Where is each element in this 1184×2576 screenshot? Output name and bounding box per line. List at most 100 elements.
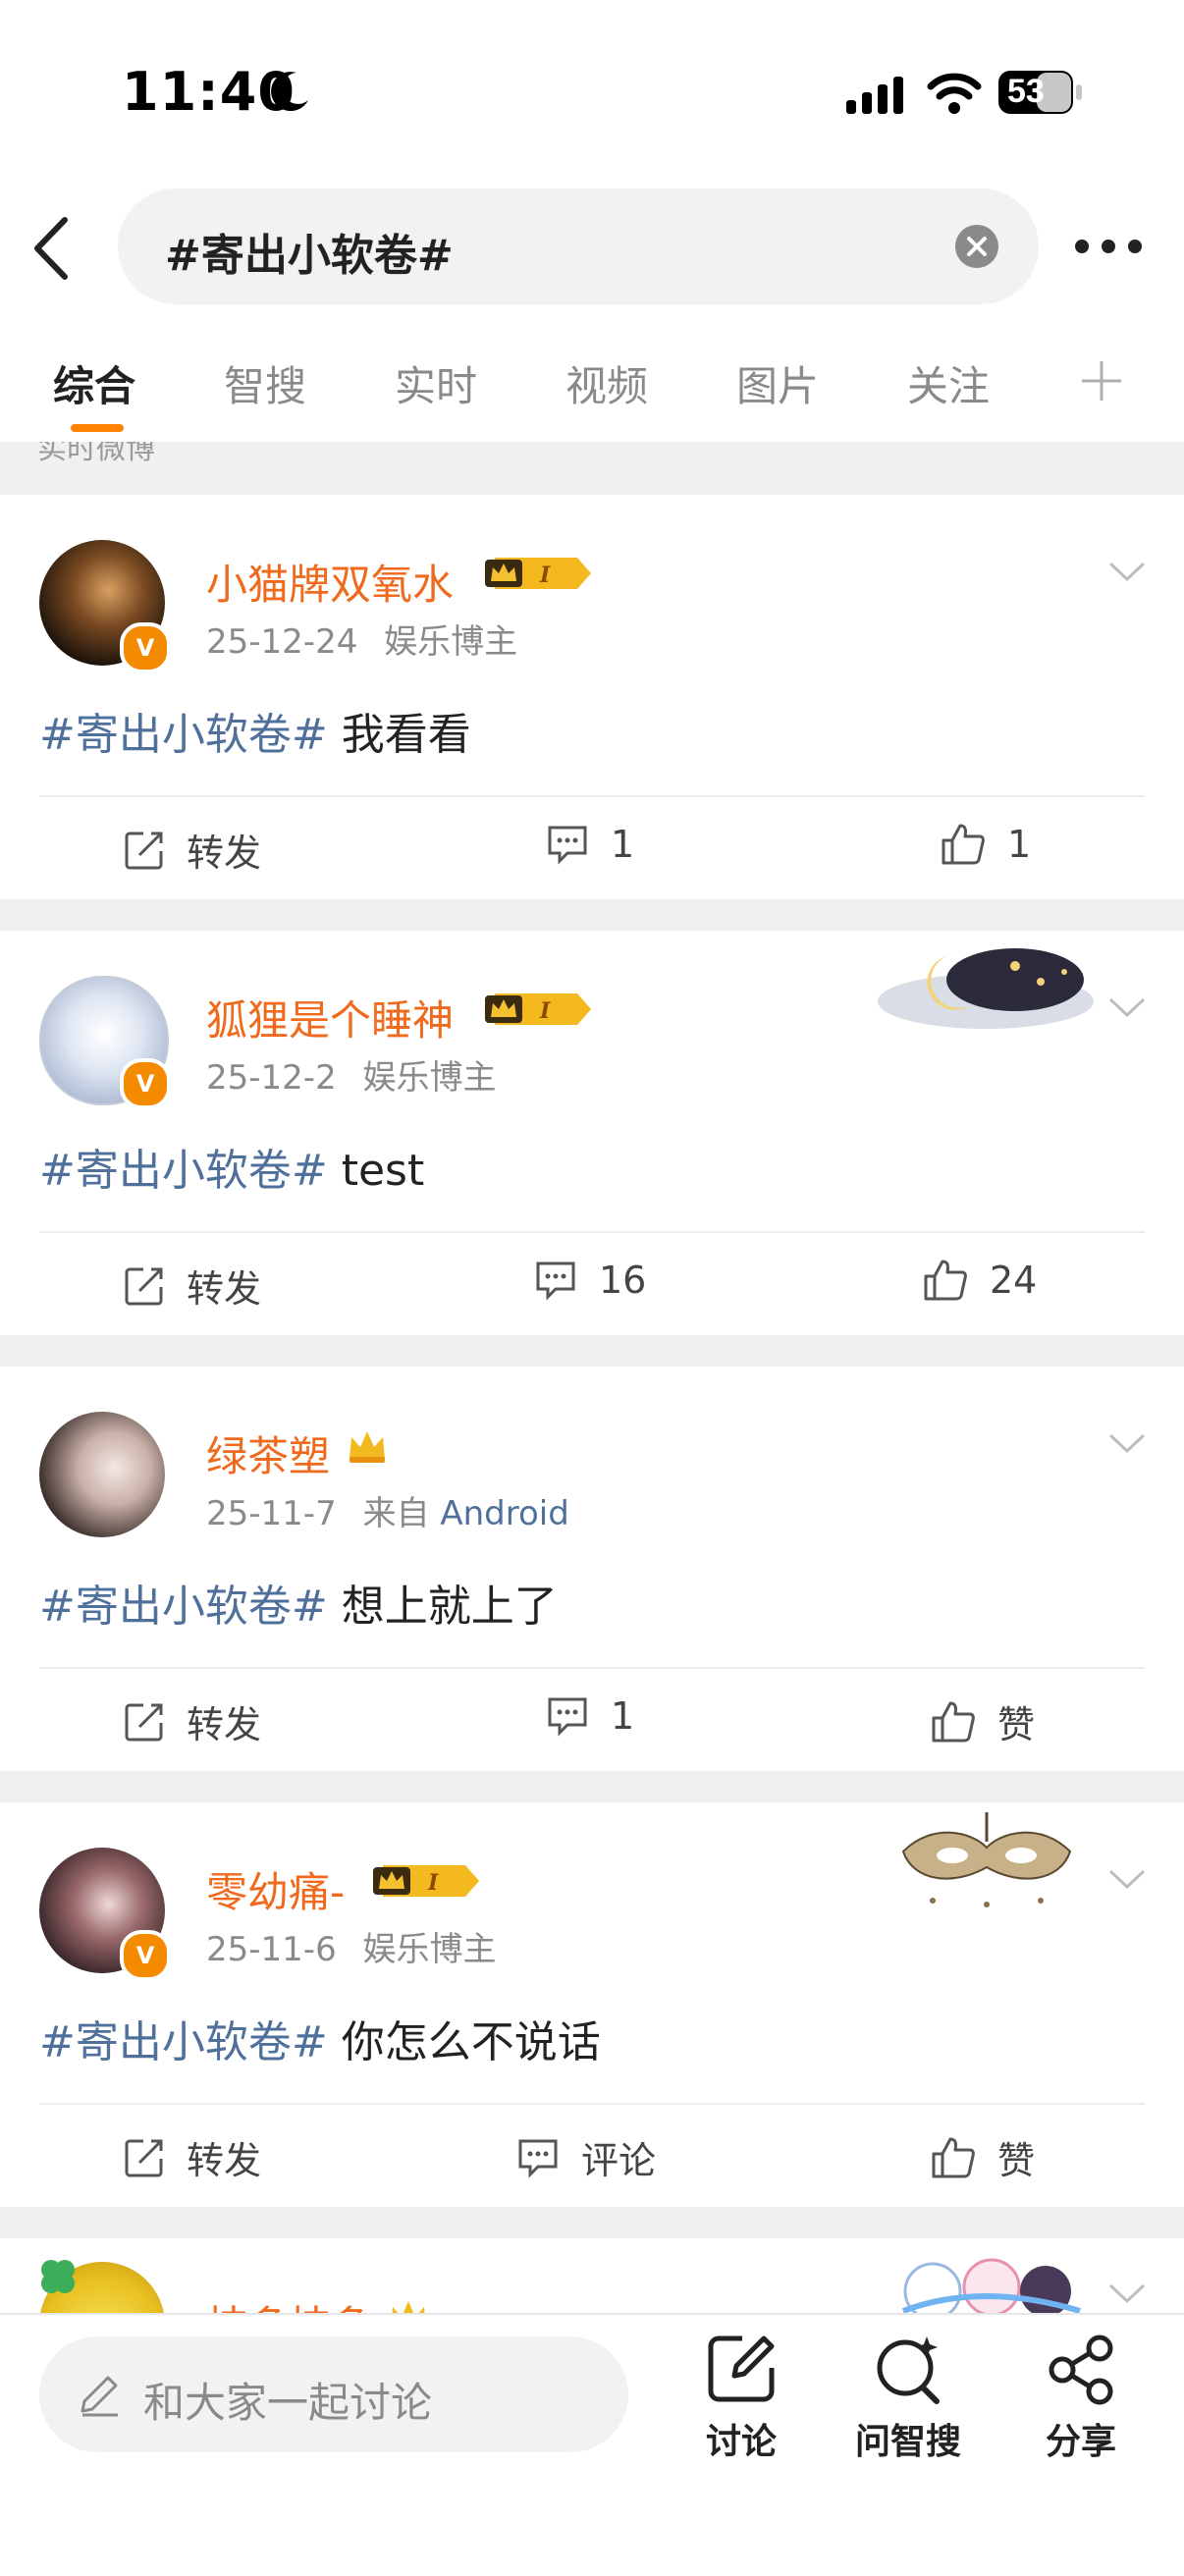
post-card[interactable]: V 小猫牌双氧水 I 25-12-24 娱乐博主 #寄出小软卷# 我看看 转发 … bbox=[0, 495, 1184, 899]
cartoon-characters-decoration-icon bbox=[901, 2258, 1081, 2313]
post-text: test bbox=[327, 1146, 425, 1196]
post-card[interactable]: 绿茶塑 25-11-7 来自 Android #寄出小软卷# 想上就上了 转发 … bbox=[0, 1367, 1184, 1771]
comment-icon bbox=[548, 826, 587, 865]
post-source[interactable]: Android bbox=[440, 1494, 568, 1533]
post-separator bbox=[0, 1771, 1184, 1802]
hashtag-link[interactable]: #寄出小软卷# bbox=[39, 1146, 328, 1196]
clear-icon[interactable] bbox=[954, 224, 999, 269]
tab-images[interactable]: 图片 bbox=[736, 353, 819, 413]
more-options-icon[interactable] bbox=[1074, 232, 1143, 261]
post-text: 我看看 bbox=[327, 710, 471, 760]
repost-button[interactable]: 转发 bbox=[124, 823, 261, 877]
active-tab-indicator bbox=[71, 424, 124, 432]
repost-button[interactable]: 转发 bbox=[124, 1694, 261, 1748]
clover-icon bbox=[41, 2260, 75, 2293]
post-source: 娱乐博主 bbox=[362, 1058, 497, 1098]
like-button[interactable]: 1 bbox=[941, 823, 1031, 866]
comment-icon bbox=[536, 1261, 575, 1301]
tab-comprehensive[interactable]: 综合 bbox=[53, 353, 135, 413]
membership-level-icon: I bbox=[485, 558, 591, 589]
back-arrow-icon[interactable] bbox=[27, 214, 77, 283]
hashtag-link[interactable]: #寄出小软卷# bbox=[39, 1582, 328, 1632]
chevron-down-icon[interactable] bbox=[1107, 1431, 1147, 1455]
post-card[interactable]: V 狐狸是个睡神 I 25-12-2 娱乐博主 #寄出小软卷# test 转发 … bbox=[0, 931, 1184, 1335]
divider bbox=[39, 2103, 1145, 2105]
post-content: #寄出小软卷# 我看看 bbox=[39, 699, 471, 762]
post-content: #寄出小软卷# 你怎么不说话 bbox=[39, 2007, 601, 2069]
verified-badge-icon: V bbox=[120, 1930, 171, 1981]
chevron-down-icon[interactable] bbox=[1107, 995, 1147, 1019]
avatar[interactable] bbox=[39, 1412, 165, 1537]
username[interactable]: 桔多桔多 bbox=[206, 2293, 371, 2313]
post-separator bbox=[0, 899, 1184, 931]
username[interactable]: 零幼痛- bbox=[206, 1859, 345, 1919]
like-button[interactable]: 赞 bbox=[931, 2130, 1035, 2184]
membership-level-icon: I bbox=[373, 1865, 479, 1897]
post-content: #寄出小软卷# test bbox=[39, 1135, 424, 1198]
section-label: 实时微博 bbox=[37, 442, 155, 465]
section-label-clip: 实时微博 bbox=[0, 442, 1184, 465]
like-button[interactable]: 赞 bbox=[931, 1694, 1035, 1748]
search-query: #寄出小软卷# bbox=[165, 231, 454, 281]
username[interactable]: 绿茶塑 bbox=[206, 1423, 330, 1483]
battery-level: 53 bbox=[1007, 73, 1045, 110]
like-count: 1 bbox=[1007, 823, 1032, 866]
hashtag-link[interactable]: #寄出小软卷# bbox=[39, 710, 328, 760]
share-icon bbox=[1049, 2334, 1113, 2405]
chevron-down-icon[interactable] bbox=[1107, 1867, 1147, 1891]
discussion-input[interactable]: 和大家一起讨论 bbox=[39, 2336, 628, 2452]
post-source: 娱乐博主 bbox=[362, 1930, 497, 1969]
tab-video[interactable]: 视频 bbox=[565, 353, 648, 413]
share-button[interactable]: 分享 bbox=[1017, 2333, 1145, 2490]
comment-button[interactable]: 16 bbox=[534, 1259, 646, 1302]
post-date: 25-11-6 bbox=[206, 1930, 337, 1969]
like-button[interactable]: 24 bbox=[923, 1259, 1037, 1302]
ask-label: 问智搜 bbox=[854, 2422, 961, 2462]
post-meta: 25-11-7 来自 Android bbox=[206, 1486, 569, 1534]
tab-smart-search[interactable]: 智搜 bbox=[224, 353, 306, 413]
repost-button[interactable]: 转发 bbox=[124, 1259, 261, 1313]
chevron-down-icon[interactable] bbox=[1107, 560, 1147, 583]
comment-count: 16 bbox=[599, 1259, 647, 1302]
discuss-label: 讨论 bbox=[705, 2422, 777, 2462]
like-label: 赞 bbox=[997, 2139, 1036, 2182]
bottom-action-bar: 和大家一起讨论 讨论 问智搜 分享 bbox=[0, 2313, 1184, 2576]
search-input[interactable]: #寄出小软卷# bbox=[118, 188, 1039, 304]
crown-badge-icon bbox=[392, 2301, 425, 2313]
verified-badge-icon: V bbox=[120, 1058, 171, 1109]
tab-following[interactable]: 关注 bbox=[907, 353, 990, 413]
comment-button[interactable]: 1 bbox=[546, 1694, 634, 1738]
tab-realtime[interactable]: 实时 bbox=[395, 353, 477, 413]
repost-icon bbox=[125, 832, 163, 869]
post-card[interactable]: V 零幼痛- I 25-11-6 娱乐博主 #寄出小软卷# 你怎么不说话 转发 … bbox=[0, 1802, 1184, 2207]
moon-cloud-decoration-icon bbox=[878, 948, 1094, 1029]
tab-bar: 综合 智搜 实时 视频 图片 关注 bbox=[0, 334, 1184, 442]
masquerade-mask-decoration-icon bbox=[901, 1812, 1072, 1907]
repost-label: 转发 bbox=[187, 2139, 262, 2182]
post-card[interactable]: 桔多桔多 bbox=[0, 2238, 1184, 2313]
post-text: 想上就上了 bbox=[327, 1582, 558, 1632]
svg-text:I: I bbox=[539, 998, 551, 1024]
comment-button[interactable]: 1 bbox=[546, 823, 634, 866]
username[interactable]: 小猫牌双氧水 bbox=[206, 552, 454, 612]
add-tab-icon[interactable] bbox=[1080, 359, 1123, 402]
post-separator bbox=[0, 2207, 1184, 2238]
comment-button[interactable]: 评论 bbox=[516, 2130, 656, 2184]
membership-level-icon: I bbox=[485, 993, 591, 1025]
post-meta: 25-11-6 娱乐博主 bbox=[206, 1922, 497, 1970]
svg-text:I: I bbox=[427, 1870, 439, 1896]
discuss-button[interactable]: 讨论 bbox=[677, 2333, 805, 2490]
chevron-down-icon[interactable] bbox=[1107, 2281, 1147, 2305]
comment-icon bbox=[518, 2139, 558, 2178]
status-bar: 11:40 53 bbox=[0, 0, 1184, 177]
like-label: 赞 bbox=[997, 1703, 1036, 1746]
comment-count: 1 bbox=[611, 823, 635, 866]
post-date: 25-11-7 bbox=[206, 1494, 337, 1533]
username[interactable]: 狐狸是个睡神 bbox=[206, 988, 454, 1047]
thumbs-up-icon bbox=[932, 1701, 975, 1742]
ask-smart-search-button[interactable]: 问智搜 bbox=[844, 2333, 972, 2490]
divider bbox=[39, 1667, 1145, 1669]
repost-button[interactable]: 转发 bbox=[124, 2130, 261, 2184]
thumbs-up-icon bbox=[924, 1260, 967, 1301]
hashtag-link[interactable]: #寄出小软卷# bbox=[39, 2017, 328, 2067]
